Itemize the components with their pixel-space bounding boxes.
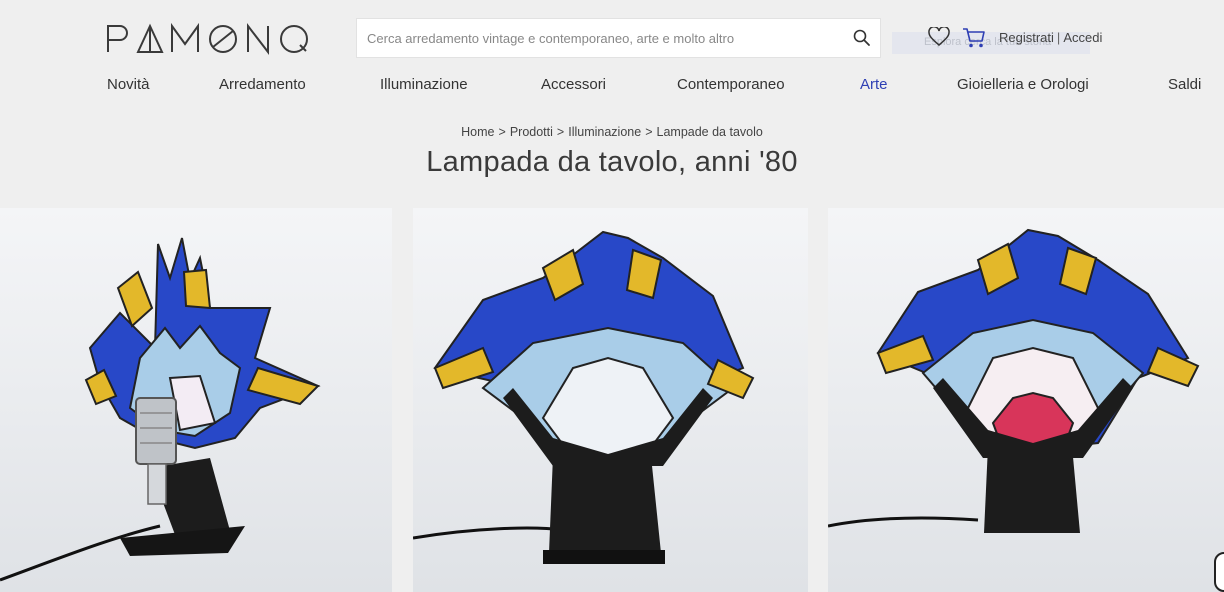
nav-item-saldi[interactable]: Saldi [1168,76,1201,93]
pamono-logo[interactable] [106,22,310,56]
breadcrumb-home[interactable]: Home [461,125,494,139]
site-header: Esplora cerca la tua storia Registrati|A… [0,0,1224,205]
cart-icon[interactable] [962,27,986,49]
account-links: Registrati | Accedi [999,30,1102,45]
nav-item-contemporaneo[interactable]: Contemporaneo [677,76,785,93]
breadcrumb: Home > Prodotti > Illuminazione > Lampade da t… [0,125,1224,139]
scroll-indicator[interactable] [1214,552,1224,592]
breadcrumb-illuminazione[interactable]: Illuminazione [568,125,641,139]
product-gallery [0,208,1224,592]
search-bar [356,18,881,58]
lamp-side-view-image [0,237,321,582]
search-input[interactable] [357,19,842,57]
heart-icon[interactable] [928,25,950,47]
breadcrumb-separator: > [645,125,653,139]
main-nav: Novità Arredamento Illuminazione Accesso… [0,76,1224,98]
nav-item-accessori[interactable]: Accessori [541,76,606,93]
register-link[interactable]: Registrati [999,30,1054,45]
login-link[interactable]: Accedi [1063,30,1102,45]
product-title: Lampada da tavolo, anni '80 [426,146,798,178]
breadcrumb-lampade-da-tavolo[interactable]: Lampade da tavolo [657,125,763,139]
nav-item-novita[interactable]: Novità [107,76,150,93]
nav-item-arredamento[interactable]: Arredamento [219,76,306,93]
product-photo-2[interactable] [413,208,808,592]
product-photo-1[interactable] [0,208,392,592]
nav-item-illuminazione[interactable]: Illuminazione [380,76,468,93]
breadcrumb-prodotti[interactable]: Prodotti [510,125,553,139]
lamp-lit-view-image [828,228,1200,533]
logo-mark [107,22,308,55]
account-separator: | [1056,30,1061,45]
breadcrumb-separator: > [556,125,565,139]
search-icon[interactable] [852,28,872,48]
product-photo-3[interactable] [828,208,1224,592]
lamp-front-view-image [413,230,755,564]
breadcrumb-separator: > [498,125,506,139]
nav-item-arte[interactable]: Arte [860,76,888,93]
nav-item-gioielleria[interactable]: Gioielleria e Orologi [957,76,1089,93]
